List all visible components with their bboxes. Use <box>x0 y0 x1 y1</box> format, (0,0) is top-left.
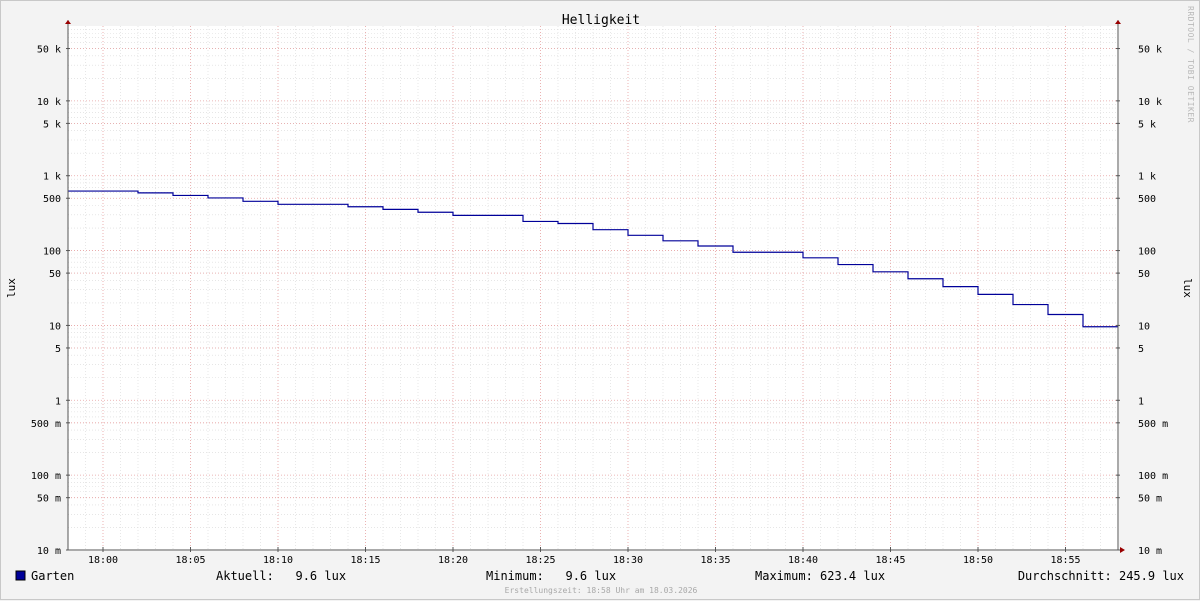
x-tick-label: 18:25 <box>525 555 555 566</box>
y-tick-label-right: 500 <box>1138 194 1156 205</box>
x-tick-label: 18:55 <box>1050 555 1080 566</box>
y-tick-label-left: 5 <box>55 344 61 355</box>
y-tick-label-left: 100 m <box>31 471 61 482</box>
x-tick-label: 18:50 <box>963 555 993 566</box>
y-tick-label-left: 50 k <box>37 45 61 56</box>
y-tick-label-left: 50 <box>49 269 61 280</box>
y-tick-label-left: 10 m <box>37 546 61 557</box>
y-tick-label-right: 5 k <box>1138 119 1156 130</box>
x-tick-label: 18:00 <box>88 555 118 566</box>
y-tick-label-left: 10 k <box>37 97 61 108</box>
y-tick-label-left: 500 <box>43 194 61 205</box>
legend-maximum: Maximum: 623.4 lux <box>755 569 885 583</box>
x-tick-label: 18:15 <box>350 555 380 566</box>
x-tick-label: 18:40 <box>788 555 818 566</box>
y-tick-label-right: 10 m <box>1138 546 1162 557</box>
y-tick-label-left: 1 <box>55 396 61 407</box>
y-tick-label-right: 10 k <box>1138 97 1162 108</box>
watermark: RRDTOOL / TOBI OETIKER <box>1186 6 1195 123</box>
y-tick-label-left: 5 k <box>43 119 61 130</box>
legend-minimum: Minimum: 9.6 lux <box>486 569 616 583</box>
legend-swatch <box>15 570 26 581</box>
y-tick-label-right: 100 m <box>1138 471 1168 482</box>
y-tick-label-left: 500 m <box>31 419 61 430</box>
y-tick-label-right: 1 <box>1138 396 1144 407</box>
x-axis-arrow <box>1120 547 1125 553</box>
y-tick-label-right: 5 <box>1138 344 1144 355</box>
y-tick-label-left: 1 k <box>43 172 61 183</box>
y-axis-right-arrow <box>1115 20 1121 24</box>
x-tick-label: 18:35 <box>700 555 730 566</box>
x-tick-label: 18:20 <box>438 555 468 566</box>
legend-aktuell: Aktuell: 9.6 lux <box>216 569 346 583</box>
y-tick-label-right: 10 <box>1138 321 1150 332</box>
y-axis-label-left: lux <box>5 278 18 298</box>
chart-frame: 10 m 10 m 50 m 50 m 100 m 100 m 500 m 500 m 1 1 5 5… <box>0 0 1200 600</box>
y-tick-label-right: 50 m <box>1138 494 1162 505</box>
footer-timestamp: Erstellungszeit: 18:58 Uhr am 18.03.2026 <box>505 586 698 595</box>
x-tick-label: 18:05 <box>175 555 205 566</box>
y-axis-left-arrow <box>65 20 71 24</box>
x-tick-label: 18:10 <box>263 555 293 566</box>
y-tick-label-right: 1 k <box>1138 172 1156 183</box>
legend-label: Garten <box>31 569 74 583</box>
chart-title: Helligkeit <box>562 13 640 28</box>
chart-svg: 10 m 10 m 50 m 50 m 100 m 100 m 500 m 500 m 1 1 5 5… <box>5 6 1195 595</box>
y-axis-label-right: lux <box>1181 278 1194 298</box>
y-tick-label-right: 100 <box>1138 247 1156 258</box>
y-tick-label-right: 50 <box>1138 269 1150 280</box>
y-tick-label-left: 50 m <box>37 494 61 505</box>
y-tick-label-left: 100 <box>43 247 61 258</box>
x-tick-label: 18:45 <box>875 555 905 566</box>
y-tick-label-left: 10 <box>49 321 61 332</box>
x-tick-label: 18:30 <box>613 555 643 566</box>
legend-durchschnitt: Durchschnitt: 245.9 lux <box>1018 569 1184 583</box>
y-tick-label-right: 500 m <box>1138 419 1168 430</box>
y-tick-label-right: 50 k <box>1138 45 1162 56</box>
